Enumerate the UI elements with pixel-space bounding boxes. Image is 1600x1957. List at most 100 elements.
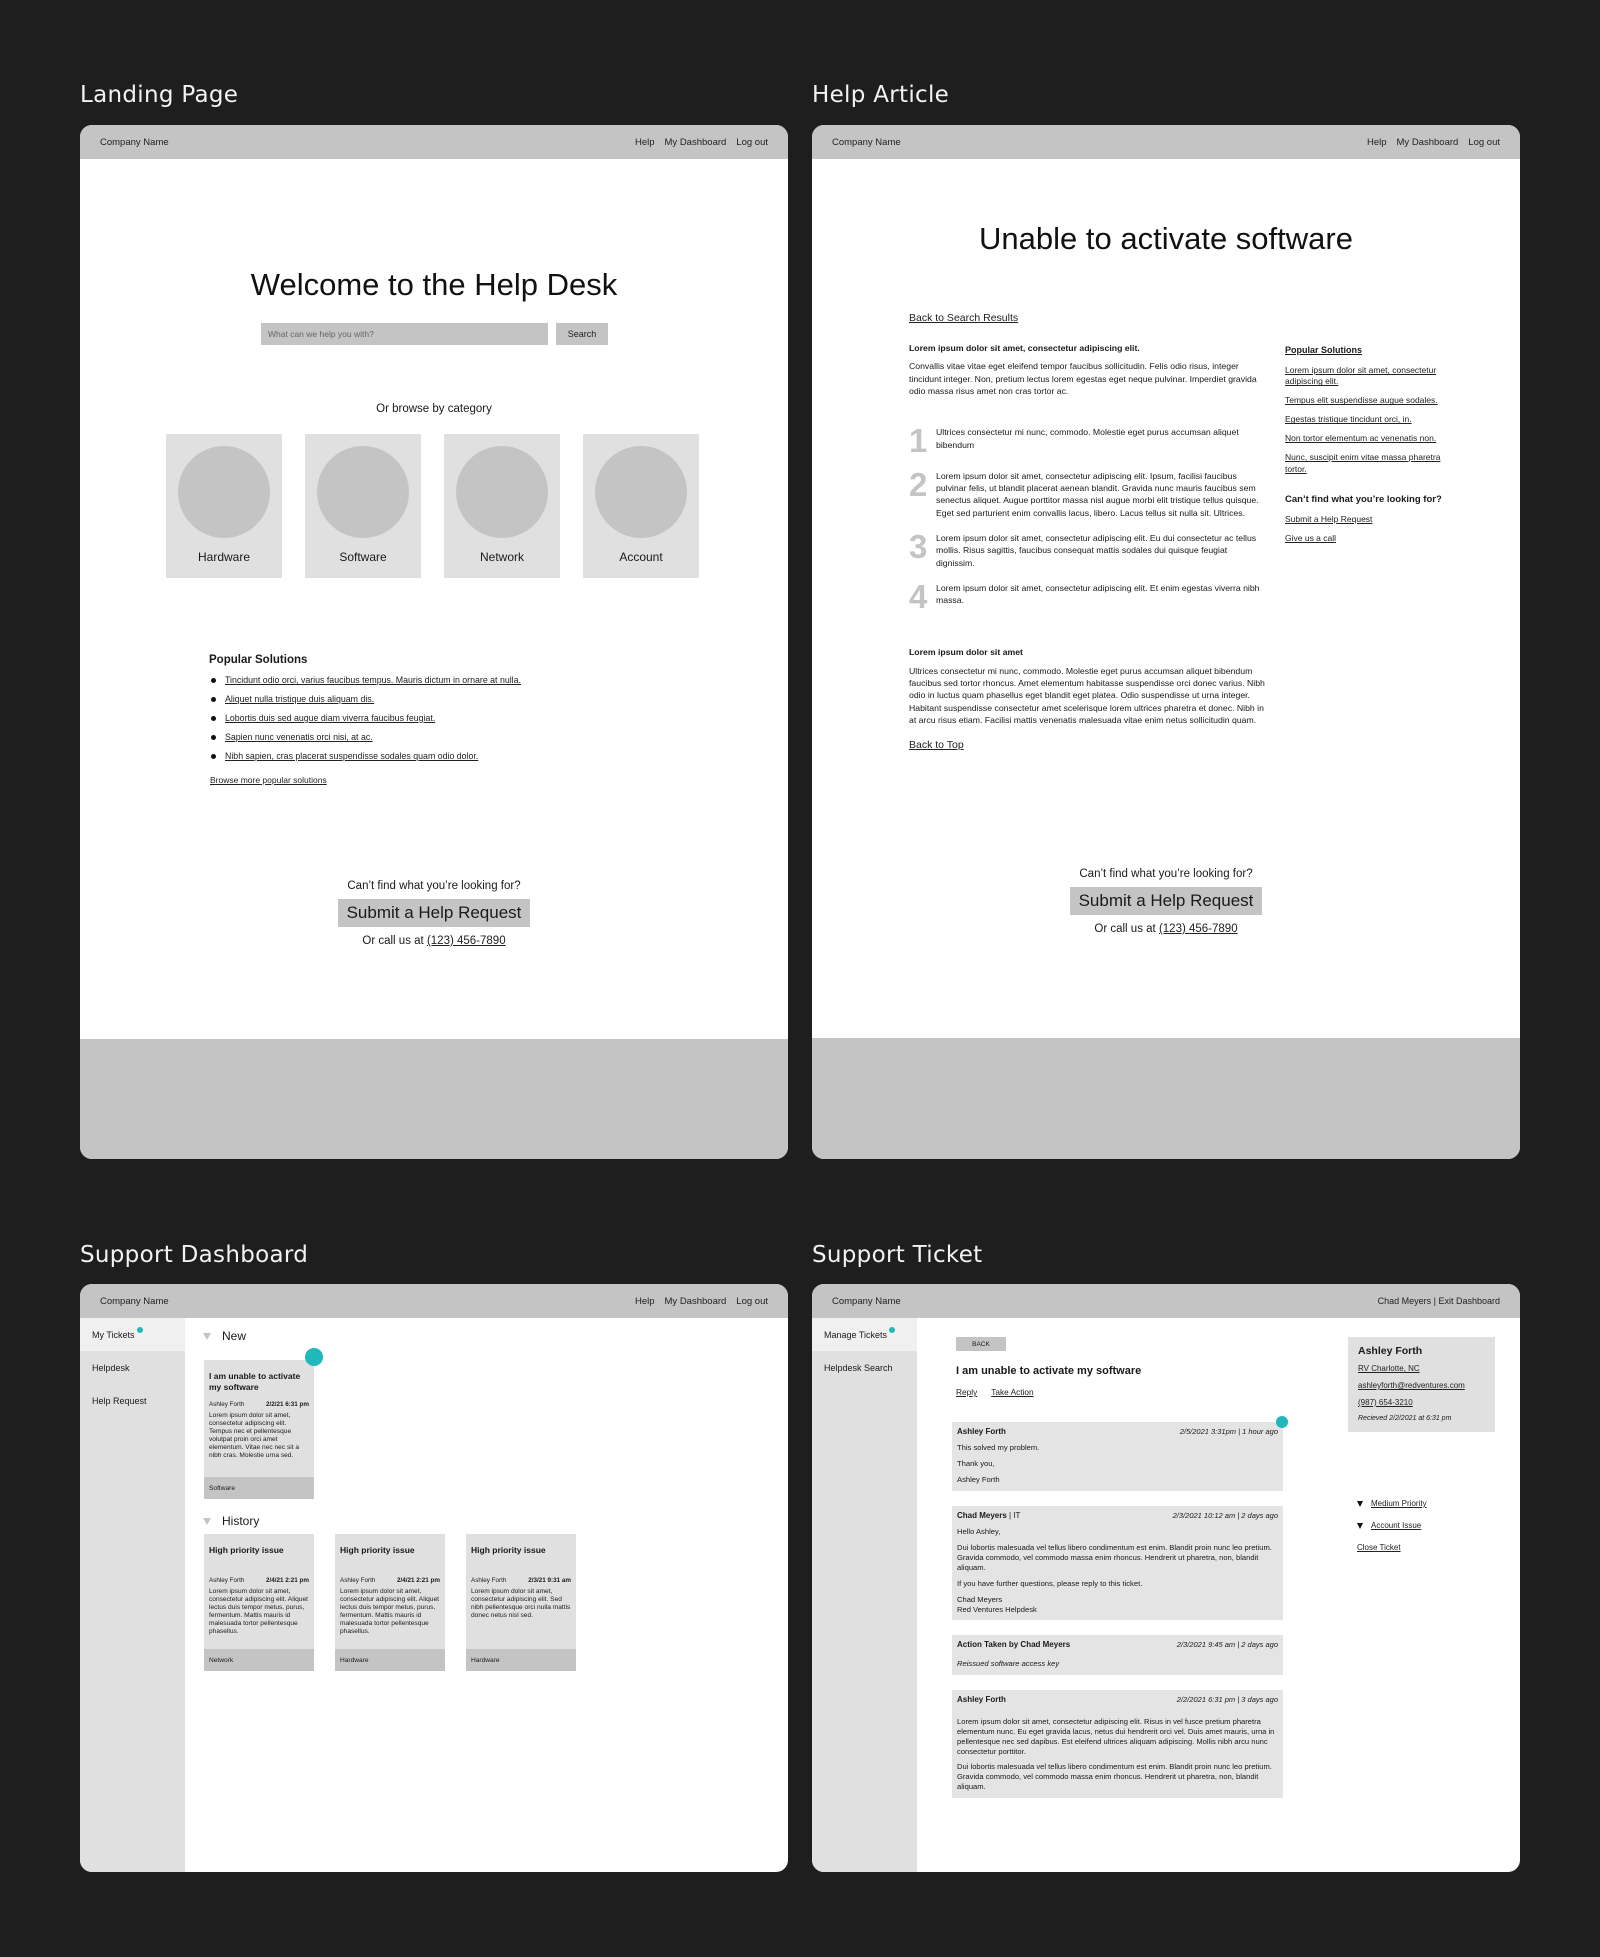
submit-help-request-button[interactable]: Submit a Help Request bbox=[1069, 887, 1263, 915]
history-section-toggle[interactable]: History bbox=[203, 1514, 259, 1528]
phone-link[interactable]: (123) 456-7890 bbox=[1159, 923, 1238, 935]
ticket-card[interactable]: High priority issue Ashley Forth 2/4/21 2… bbox=[204, 1534, 314, 1671]
new-notification-dot-icon bbox=[1276, 1416, 1288, 1428]
help-cta: Can’t find what you’re looking for? Subm… bbox=[812, 868, 1520, 935]
sidebar-submit-request-link[interactable]: Submit a Help Request bbox=[1285, 514, 1445, 526]
sidebar-solution-link[interactable]: Nunc, suscipit enim vitae massa pharetra… bbox=[1285, 452, 1445, 476]
submit-help-request-button[interactable]: Submit a Help Request bbox=[337, 899, 531, 927]
sidebar-item-label: Helpdesk bbox=[92, 1362, 130, 1373]
sidebar-solution-link[interactable]: Non tortor elementum ac venenatis non. bbox=[1285, 433, 1445, 445]
nav-help[interactable]: Help bbox=[635, 137, 655, 148]
list-item: Tincidunt odio orci, varius faucibus tem… bbox=[209, 675, 521, 685]
reply-link[interactable]: Reply bbox=[956, 1387, 977, 1397]
ticket-preview: Lorem ipsum dolor sit amet, consectetur … bbox=[471, 1588, 571, 1619]
support-ticket-frame: Company Name Chad Meyers | Exit Dashboar… bbox=[812, 1284, 1520, 1872]
bullet-icon bbox=[211, 753, 216, 759]
ticket-card[interactable]: High priority issue Ashley Forth 2/4/21 2… bbox=[335, 1534, 445, 1671]
popular-solution-link[interactable]: Sapien nunc venenatis orci nisi, at ac. bbox=[225, 732, 373, 742]
back-to-top-link[interactable]: Back to Top bbox=[909, 738, 964, 753]
phone-link[interactable]: (123) 456-7890 bbox=[427, 935, 506, 947]
sidebar-call-link[interactable]: Give us a call bbox=[1285, 533, 1445, 545]
ticket-actions: Reply Take Action bbox=[956, 1387, 1034, 1397]
support-dashboard-frame: Company Name Help My Dashboard Log out M… bbox=[80, 1284, 788, 1872]
category-image-placeholder bbox=[595, 446, 687, 538]
caret-down-icon bbox=[1357, 1522, 1363, 1529]
company-logo[interactable]: Company Name bbox=[100, 1296, 169, 1307]
nav-my-dashboard[interactable]: My Dashboard bbox=[1397, 137, 1459, 148]
popular-solution-link[interactable]: Nibh sapien, cras placerat suspendisse s… bbox=[225, 751, 478, 761]
customer-location-link[interactable]: RV Charlotte, NC bbox=[1358, 1364, 1485, 1373]
agent-exit-dashboard-link[interactable]: Chad Meyers | Exit Dashboard bbox=[1378, 1296, 1500, 1306]
customer-email-link[interactable]: ashleyforth@redventures.com bbox=[1358, 1381, 1485, 1390]
close-ticket-link[interactable]: Close Ticket bbox=[1357, 1543, 1401, 1552]
ticket-date: 2/4/21 2:21 pm bbox=[396, 1577, 440, 1584]
take-action-link[interactable]: Take Action bbox=[991, 1387, 1033, 1397]
sidebar-item-helpdesk[interactable]: Helpdesk bbox=[80, 1351, 185, 1384]
sidebar-solution-link[interactable]: Tempus elit suspendisse augue sodales. bbox=[1285, 395, 1445, 407]
company-logo[interactable]: Company Name bbox=[100, 137, 169, 148]
nav-my-dashboard[interactable]: My Dashboard bbox=[665, 1296, 727, 1307]
nav-log-out[interactable]: Log out bbox=[736, 137, 768, 148]
action-title: Action Taken by Chad Meyers bbox=[957, 1640, 1071, 1650]
popular-solutions-list: Tincidunt odio orci, varius faucibus tem… bbox=[209, 675, 521, 761]
caret-down-icon bbox=[1357, 1500, 1363, 1507]
sidebar-solution-link[interactable]: Egestas tristique tincidunt orci, in. bbox=[1285, 414, 1445, 426]
help-article-frame: Company Name Help My Dashboard Log out U… bbox=[812, 125, 1520, 1159]
category-software[interactable]: Software bbox=[305, 434, 421, 578]
category-network[interactable]: Network bbox=[444, 434, 560, 578]
popular-solution-link[interactable]: Lobortis duis sed augue diam viverra fau… bbox=[225, 713, 435, 723]
sidebar-item-label: My Tickets bbox=[92, 1329, 135, 1340]
customer-phone-link[interactable]: (987) 654-3210 bbox=[1358, 1398, 1485, 1407]
ticket-author: Ashley Forth bbox=[209, 1401, 245, 1408]
ticket-card[interactable]: I am unable to activate my software Ashl… bbox=[204, 1348, 323, 1499]
nav-log-out[interactable]: Log out bbox=[736, 1296, 768, 1307]
issue-type-dropdown[interactable]: Account Issue bbox=[1357, 1521, 1427, 1530]
sidebar-item-help-request[interactable]: Help Request bbox=[80, 1384, 185, 1417]
step-number: 3 bbox=[909, 528, 928, 565]
sidebar-item-manage-tickets[interactable]: Manage Tickets bbox=[812, 1318, 917, 1351]
call-us-prefix: Or call us at bbox=[362, 935, 427, 947]
category-account[interactable]: Account bbox=[583, 434, 699, 578]
company-logo[interactable]: Company Name bbox=[832, 137, 901, 148]
message-author-role: | IT bbox=[1006, 1510, 1021, 1520]
search-input[interactable] bbox=[261, 323, 548, 345]
popular-solution-link[interactable]: Aliquet nulla tristique duis aliquam dis… bbox=[225, 694, 374, 704]
nav-my-dashboard[interactable]: My Dashboard bbox=[665, 137, 727, 148]
panel-title-article: Help Article bbox=[812, 82, 950, 108]
company-logo[interactable]: Company Name bbox=[832, 1296, 901, 1307]
ticket-card[interactable]: High priority issue Ashley Forth 2/3/21 9… bbox=[466, 1534, 576, 1671]
popular-solution-link[interactable]: Tincidunt odio orci, varius faucibus tem… bbox=[225, 675, 521, 685]
nav-help[interactable]: Help bbox=[1367, 137, 1387, 148]
ticket-date: 2/4/21 2:21 pm bbox=[265, 1577, 309, 1584]
back-button[interactable]: BACK bbox=[956, 1337, 1006, 1351]
message-author: Chad Meyers bbox=[957, 1510, 1007, 1520]
category-hardware[interactable]: Hardware bbox=[166, 434, 282, 578]
browse-more-link[interactable]: Browse more popular solutions bbox=[210, 775, 521, 785]
ticket-title: I am unable to activate my software bbox=[956, 1365, 1142, 1377]
sidebar-item-helpdesk-search[interactable]: Helpdesk Search bbox=[812, 1351, 917, 1384]
ticket-preview: Lorem ipsum dolor sit amet, consectetur … bbox=[340, 1588, 439, 1635]
sidebar-solution-link[interactable]: Lorem ipsum dolor sit amet, consectetur … bbox=[1285, 365, 1445, 389]
article-sidebar: Popular Solutions Lorem ipsum dolor sit … bbox=[1285, 344, 1445, 552]
priority-value[interactable]: Medium Priority bbox=[1371, 1499, 1427, 1508]
nav-help[interactable]: Help bbox=[635, 1296, 655, 1307]
panel-title-ticket: Support Ticket bbox=[812, 1242, 983, 1268]
search-button[interactable]: Search bbox=[556, 323, 608, 345]
nav-log-out[interactable]: Log out bbox=[1468, 137, 1500, 148]
step-item: 4 Lorem ipsum dolor sit amet, consectetur… bbox=[909, 578, 1266, 616]
step-number: 4 bbox=[909, 578, 928, 616]
back-to-search-results-link[interactable]: Back to Search Results bbox=[909, 311, 1018, 326]
issue-type-value[interactable]: Account Issue bbox=[1371, 1521, 1421, 1530]
ticket-author: Ashley Forth bbox=[209, 1577, 245, 1584]
new-section-toggle[interactable]: New bbox=[203, 1329, 246, 1343]
panel-title-dashboard: Support Dashboard bbox=[80, 1242, 309, 1268]
ticket-category: Software bbox=[204, 1477, 314, 1499]
history-tickets: High priority issue Ashley Forth 2/4/21 2… bbox=[204, 1534, 576, 1671]
priority-dropdown[interactable]: Medium Priority bbox=[1357, 1499, 1427, 1508]
call-us-text: Or call us at (123) 456-7890 bbox=[80, 935, 788, 947]
sidebar-item-my-tickets[interactable]: My Tickets bbox=[80, 1318, 185, 1351]
article-section-text: Ultrices consectetur mi nunc, commodo. M… bbox=[909, 665, 1265, 726]
message-text: This solved my problem. bbox=[957, 1443, 1040, 1453]
top-nav-bar: Company Name Help My Dashboard Log out bbox=[80, 125, 788, 159]
category-grid: Hardware Software Network Account bbox=[166, 434, 699, 578]
